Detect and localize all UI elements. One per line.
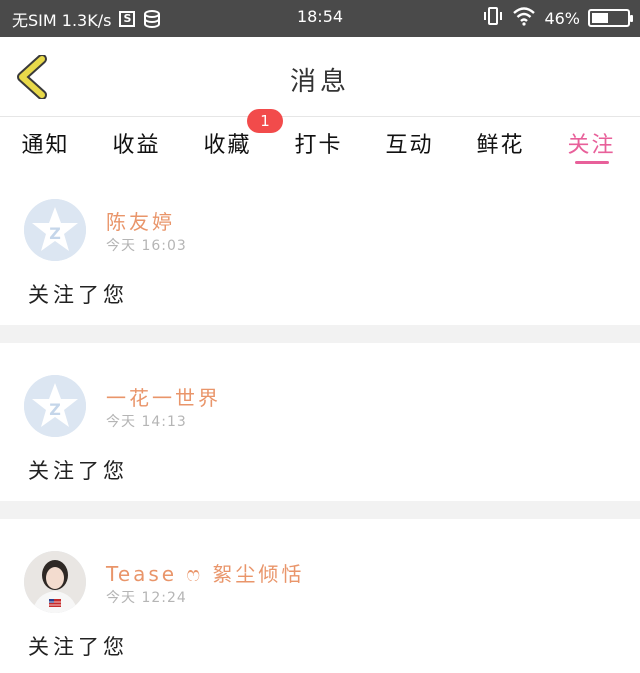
header-bar: 消息 [0,37,640,117]
message-list: Z 陈友婷 今天 16:03 关注了您 Z 一花一世界 今天 14:13 关注了… [0,167,640,673]
timestamp: 今天 16:03 [106,238,187,254]
tab-label: 收益 [112,133,161,158]
qzone-star-icon: Z [24,199,86,261]
tab-label: 关注 [567,133,616,158]
tab-bar: 通知 收益 收藏 打卡 互动 鲜花 关注 [0,117,640,167]
divider [0,501,640,519]
battery-icon [588,9,633,27]
battery-percent: 46% [544,8,580,28]
list-item[interactable]: Z 一花一世界 今天 14:13 关注了您 [0,343,640,501]
wifi-icon [512,6,536,30]
battery-level [592,13,608,23]
tab-flowers[interactable]: 鲜花 [455,117,546,167]
page-title: 消息 [289,67,350,97]
active-tab-indicator [574,161,609,164]
list-item[interactable]: Z 陈友婷 今天 16:03 关注了您 [0,167,640,325]
user-name[interactable]: 一花一世界 [106,382,221,411]
avatar[interactable]: Z [24,199,86,261]
tab-label: 收藏 [203,133,252,158]
tab-notifications[interactable]: 通知 [0,117,91,167]
status-right: 46% [482,6,633,30]
list-item[interactable]: Tease ෆ 絮尘倾恬 今天 12:24 关注了您 [0,519,640,673]
tab-label: 互动 [385,133,434,158]
user-name[interactable]: Tease ෆ 絮尘倾恬 [106,558,304,587]
qzone-star-icon: Z [24,375,86,437]
svg-text:Z: Z [49,224,61,243]
favorites-count-badge: 1 [247,109,283,133]
message-text: 关注了您 [28,283,128,307]
vibrate-icon [482,6,504,30]
timestamp: 今天 12:24 [106,590,187,606]
status-bar: 无SIM 1.3K/s S 18:54 46% [0,0,640,37]
user-name[interactable]: 陈友婷 [106,206,175,235]
svg-text:Z: Z [49,400,61,419]
tab-checkin[interactable]: 打卡 [273,117,364,167]
tab-earnings[interactable]: 收益 [91,117,182,167]
tab-label: 通知 [21,133,70,158]
divider [0,325,640,343]
message-text: 关注了您 [28,459,128,483]
message-text: 关注了您 [28,635,128,659]
tab-follows[interactable]: 关注 [546,117,637,167]
user-photo-avatar [24,551,86,613]
tab-label: 鲜花 [476,133,525,158]
avatar[interactable] [24,551,86,613]
avatar[interactable]: Z [24,375,86,437]
timestamp: 今天 14:13 [106,414,187,430]
tab-label: 打卡 [294,133,343,158]
tab-interactions[interactable]: 互动 [364,117,455,167]
